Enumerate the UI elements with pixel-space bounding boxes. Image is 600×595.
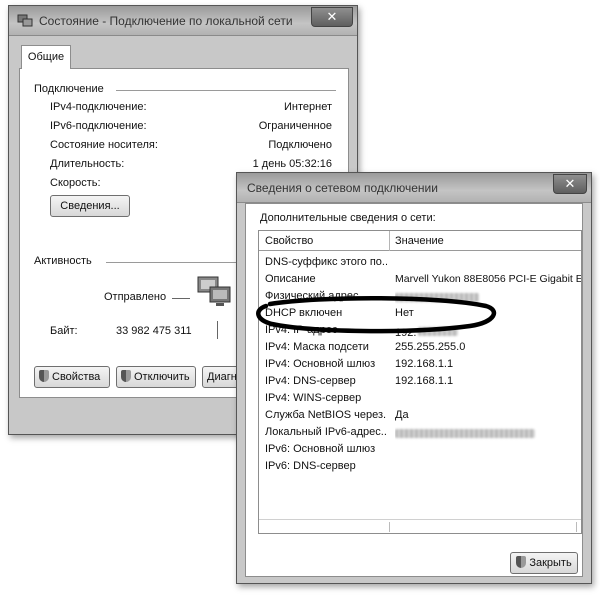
ipv4-label: IPv4-подключение: [50,101,147,113]
property-cell: IPv6: DNS-сервер [265,460,356,472]
speed-label: Скорость: [50,177,101,189]
list-item[interactable]: Описание Marvell Yukon 88E8056 PCI-E Gig… [259,272,581,288]
computers-icon [197,276,231,306]
list-item[interactable]: IPv6: DNS-сервер [259,459,581,475]
value-cell: 192.168.1.1 [395,375,454,387]
scrollbar-divider [576,522,577,532]
details-caption: Дополнительные сведения о сети: [260,212,436,224]
details-titlebar[interactable]: Сведения о сетевом подключении ✕ [237,173,591,203]
list-item[interactable]: IPv4: DNS-сервер 192.168.1.1 [259,374,581,390]
property-cell: Служба NetBIOS через... [265,409,387,421]
highlight-ellipse [256,295,497,334]
close-button[interactable]: Закрыть [510,552,578,574]
tab-general[interactable]: Общие [21,45,71,69]
ipv4-value: Интернет [284,101,332,113]
column-header-property[interactable]: Свойство [265,235,313,247]
status-window-title: Состояние - Подключение по локальной сет… [39,14,293,28]
properties-button[interactable]: Свойства [34,366,110,388]
close-icon: ✕ [564,176,576,191]
details-list[interactable]: Свойство Значение DNS-суффикс этого по..… [258,230,582,534]
property-cell: IPv6: Основной шлюз [265,443,376,455]
property-cell: Локальный IPv6-адрес... [265,426,387,438]
media-state-value: Подключено [268,139,332,151]
media-state-label: Состояние носителя: [50,139,158,151]
details-window: Сведения о сетевом подключении ✕ Дополни… [236,172,592,584]
close-button-label: Закрыть [529,557,572,569]
diagnose-button-label: Диагн [207,371,237,383]
tab-general-label: Общие [27,51,65,63]
details-button-label: Сведения... [60,200,120,212]
status-titlebar[interactable]: Состояние - Подключение по локальной сет… [9,6,357,36]
list-item[interactable]: Служба NetBIOS через... Да [259,408,581,424]
close-icon: ✕ [326,9,338,24]
list-item[interactable]: Локальный IPv6-адрес... [259,425,581,441]
list-item[interactable]: DNS-суффикс этого по... [259,255,581,271]
property-cell: IPv4: WINS-сервер [265,392,362,404]
value-cell: Marvell Yukon 88E8056 PCI-E Gigabit Eth [395,273,581,285]
details-list-header: Свойство Значение [259,231,581,251]
bytes-sent-value: 33 982 475 311 [116,325,192,337]
details-panel: Дополнительные сведения о сети: Свойство… [245,203,583,577]
list-item[interactable]: IPv4: Основной шлюз 192.168.1.1 [259,357,581,373]
duration-label: Длительность: [50,158,125,170]
property-cell: IPv4: Основной шлюз [265,358,376,370]
shield-icon [121,370,131,382]
horizontal-scrollbar[interactable] [259,519,581,533]
ipv6-value: Ограниченное [258,120,332,132]
sent-dash [172,298,190,299]
details-close-x[interactable]: ✕ [553,174,587,194]
redacted-ipv6 [395,429,535,438]
ipv6-label: IPv6-подключение: [50,120,147,132]
value-cell: 255.255.255.0 [395,341,466,353]
duration-value: 1 день 05:32:16 [252,158,332,170]
sent-label: Отправлено [104,291,167,303]
bytes-separator [217,321,218,339]
property-cell: IPv4: Маска подсети [265,341,369,353]
column-divider[interactable] [389,231,390,251]
disconnect-button-label: Отключить [134,371,190,383]
value-cell [395,426,581,441]
status-close-button[interactable]: ✕ [311,7,353,27]
network-icon [17,14,33,27]
connection-section-title: Подключение [34,83,104,95]
activity-section-title: Активность [34,255,92,267]
property-cell: IPv4: DNS-сервер [265,375,356,387]
list-item[interactable]: IPv6: Основной шлюз [259,442,581,458]
details-window-title: Сведения о сетевом подключении [247,181,438,195]
properties-button-label: Свойства [52,371,101,383]
column-header-value[interactable]: Значение [395,235,444,247]
property-cell: Описание [265,273,316,285]
list-item[interactable]: IPv4: Маска подсети 255.255.255.0 [259,340,581,356]
disconnect-button[interactable]: Отключить [116,366,196,388]
shield-icon [516,556,527,568]
shield-icon [39,370,49,382]
details-button[interactable]: Сведения... [50,195,130,217]
bytes-label: Байт: [50,325,78,337]
list-item[interactable]: IPv4: WINS-сервер [259,391,581,407]
scrollbar-divider [389,522,390,532]
value-cell: 192.168.1.1 [395,358,454,370]
property-cell: DNS-суффикс этого по... [265,256,387,268]
connection-divider [116,90,336,91]
value-cell: Да [395,409,409,421]
